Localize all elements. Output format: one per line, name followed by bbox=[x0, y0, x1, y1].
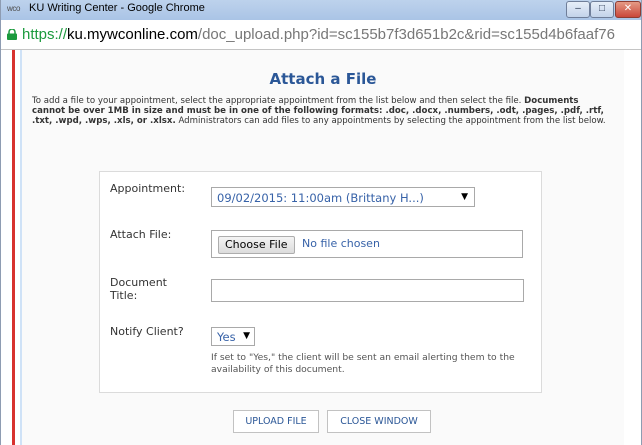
document-title-input[interactable] bbox=[211, 279, 524, 302]
window-title: KU Writing Center - Google Chrome bbox=[29, 2, 205, 14]
minimize-button[interactable]: – bbox=[566, 1, 590, 18]
attach-file-label: Attach File: bbox=[110, 228, 172, 241]
notify-help-text: If set to "Yes," the client will be sent… bbox=[211, 352, 515, 375]
file-status-text: No file chosen bbox=[302, 237, 380, 250]
close-window-button[interactable]: ✕ bbox=[615, 1, 641, 18]
chevron-down-icon: ▼ bbox=[461, 192, 468, 202]
maximize-button[interactable]: □ bbox=[590, 1, 614, 18]
attach-form-panel: Appointment: 09/02/2015: 11:00am (Britta… bbox=[99, 171, 542, 393]
url-scheme: https:// bbox=[22, 26, 68, 43]
upload-file-button[interactable]: UPLOAD FILE bbox=[233, 410, 319, 433]
chevron-down-icon: ▼ bbox=[243, 331, 250, 341]
document-title-label: Document Title: bbox=[110, 276, 167, 302]
address-bar[interactable]: https://ku.mywconline.com/doc_upload.php… bbox=[1, 20, 641, 50]
file-input[interactable]: Choose File No file chosen bbox=[211, 230, 523, 258]
url-path: /doc_upload.php?id=sc155b7f3d651b2c&rid=… bbox=[197, 26, 615, 43]
page-title: Attach a File bbox=[269, 70, 377, 88]
page-content: Attach a File To add a file to your appo… bbox=[22, 50, 624, 445]
intro-text-part-2: Administrators can add files to any appo… bbox=[175, 116, 606, 126]
window-titlebar[interactable]: wco KU Writing Center - Google Chrome – … bbox=[1, 0, 641, 20]
choose-file-button[interactable]: Choose File bbox=[218, 236, 295, 254]
notify-selected-value: Yes bbox=[217, 330, 236, 344]
notify-client-label: Notify Client? bbox=[110, 325, 184, 338]
url-host: ku.mywconline.com bbox=[67, 26, 198, 43]
appointment-select[interactable]: 09/02/2015: 11:00am (Brittany H...) ▼ bbox=[211, 187, 475, 207]
intro-text: To add a file to your appointment, selec… bbox=[32, 96, 610, 126]
intro-text-part-1: To add a file to your appointment, selec… bbox=[32, 96, 525, 106]
url-text[interactable]: https://ku.mywconline.com/doc_upload.php… bbox=[22, 26, 615, 43]
appointment-selected-value: 09/02/2015: 11:00am (Brittany H...) bbox=[217, 191, 424, 205]
chrome-popup-window: wco KU Writing Center - Google Chrome – … bbox=[0, 0, 642, 445]
notify-client-select[interactable]: Yes ▼ bbox=[211, 327, 255, 346]
appointment-label: Appointment: bbox=[110, 182, 186, 195]
lock-icon bbox=[7, 29, 17, 40]
close-window-button[interactable]: CLOSE WINDOW bbox=[327, 410, 431, 433]
app-icon: wco bbox=[7, 4, 21, 13]
